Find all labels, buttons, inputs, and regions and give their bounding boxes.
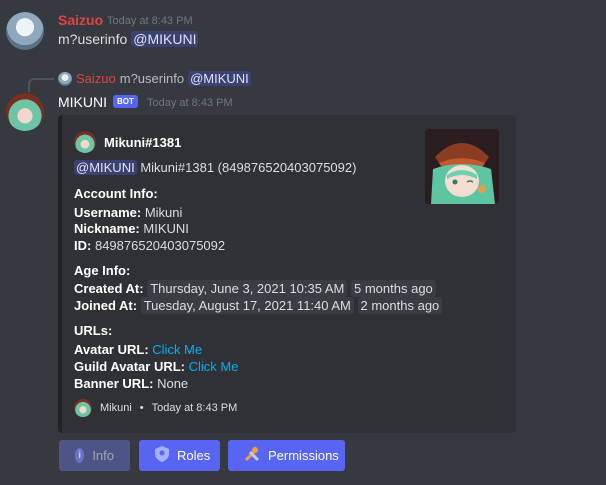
banner-url-row: Banner URL: None (74, 376, 188, 391)
bot-avatar[interactable] (6, 93, 44, 131)
nickname-value: MIKUNI (143, 221, 189, 236)
embed-author-avatar (74, 131, 96, 153)
id-value: 849876520403075092 (94, 238, 226, 253)
user-avatar[interactable] (6, 12, 44, 50)
user-message-text: m?userinfo @MIKUNI (58, 31, 199, 47)
tools-icon (244, 446, 260, 465)
id-label: ID: (74, 238, 92, 253)
reply-connector (28, 78, 54, 92)
urls-title: URLs: (74, 323, 113, 338)
info-icon: i (75, 448, 85, 463)
account-info-title: Account Info: (74, 186, 158, 201)
embed-thumbnail[interactable] (425, 129, 499, 204)
age-info-title: Age Info: (74, 263, 131, 278)
message-timestamp: Today at 8:43 PM (107, 15, 193, 27)
joined-row: Joined At: Tuesday, August 17, 2021 11:4… (74, 297, 443, 314)
user-name[interactable]: Saizuo (58, 12, 103, 28)
embed-author: Mikuni#1381 (74, 131, 181, 153)
permissions-button-label: Permissions (268, 448, 339, 463)
embed-author-name: Mikuni#1381 (104, 134, 182, 150)
roles-button[interactable]: Roles (139, 440, 220, 471)
avatar-url-label: Avatar URL: (74, 342, 149, 357)
reply-avatar (58, 71, 72, 86)
avatar-url-row: Avatar URL: Click Me (74, 342, 202, 357)
created-timestamp[interactable]: Thursday, June 3, 2021 10:35 AM (147, 280, 348, 297)
age-info-header: Age Info: (74, 263, 130, 278)
account-info-header: Account Info: (74, 186, 158, 201)
footer-avatar (74, 399, 92, 417)
guild-avatar-url-label: Guild Avatar URL: (74, 359, 185, 374)
created-label: Created At: (74, 281, 144, 296)
banner-url-value: None (157, 376, 189, 391)
nickname-row: Nickname: MIKUNI (74, 221, 189, 236)
embed-tag-line: @MIKUNI Mikuni#1381 (849876520403075092) (74, 160, 356, 175)
embed-footer: Mikuni • Today at 8:43 PM (74, 399, 237, 417)
username-row: Username: Mikuni (74, 205, 182, 220)
joined-relative[interactable]: 2 months ago (357, 297, 443, 314)
bot-timestamp: Today at 8:43 PM (147, 97, 233, 109)
nickname-label: Nickname: (74, 221, 140, 236)
reply-command: m?userinfo (119, 71, 185, 86)
footer-name: Mikuni (100, 402, 132, 414)
info-button[interactable]: i Info (59, 440, 130, 471)
joined-label: Joined At: (74, 298, 138, 313)
guild-avatar-url-row: Guild Avatar URL: Click Me (74, 359, 238, 374)
embed-mention[interactable]: @MIKUNI (74, 160, 137, 175)
created-row: Created At: Thursday, June 3, 2021 10:35… (74, 280, 436, 297)
username-label: Username: (74, 205, 142, 220)
id-row: ID: 849876520403075092 (74, 238, 225, 253)
command-text: m?userinfo (58, 31, 128, 47)
mention-chip[interactable]: @MIKUNI (131, 31, 199, 47)
guild-avatar-url-link[interactable]: Click Me (189, 359, 239, 374)
thumbnail-image (425, 129, 499, 204)
footer-separator: • (139, 402, 144, 414)
reply-preview[interactable]: Saizuo m?userinfo @MIKUNI (58, 71, 251, 86)
bot-badge: BOT (113, 95, 138, 108)
joined-timestamp[interactable]: Tuesday, August 17, 2021 11:40 AM (140, 297, 354, 314)
roles-button-label: Roles (177, 448, 211, 463)
info-button-label: Info (92, 448, 114, 463)
reply-mention[interactable]: @MIKUNI (188, 71, 251, 86)
permissions-button[interactable]: Permissions (228, 440, 345, 471)
embed-tag-text: Mikuni#1381 (849876520403075092) (140, 160, 357, 175)
username-value: Mikuni (144, 205, 183, 220)
reply-username[interactable]: Saizuo (76, 71, 116, 86)
footer-time: Today at 8:43 PM (151, 402, 238, 414)
created-relative[interactable]: 5 months ago (351, 280, 436, 297)
urls-header: URLs: (74, 323, 112, 338)
banner-url-label: Banner URL: (74, 376, 154, 391)
shield-icon (155, 446, 169, 465)
bot-name[interactable]: MIKUNI (58, 94, 107, 110)
avatar-url-link[interactable]: Click Me (152, 342, 202, 357)
